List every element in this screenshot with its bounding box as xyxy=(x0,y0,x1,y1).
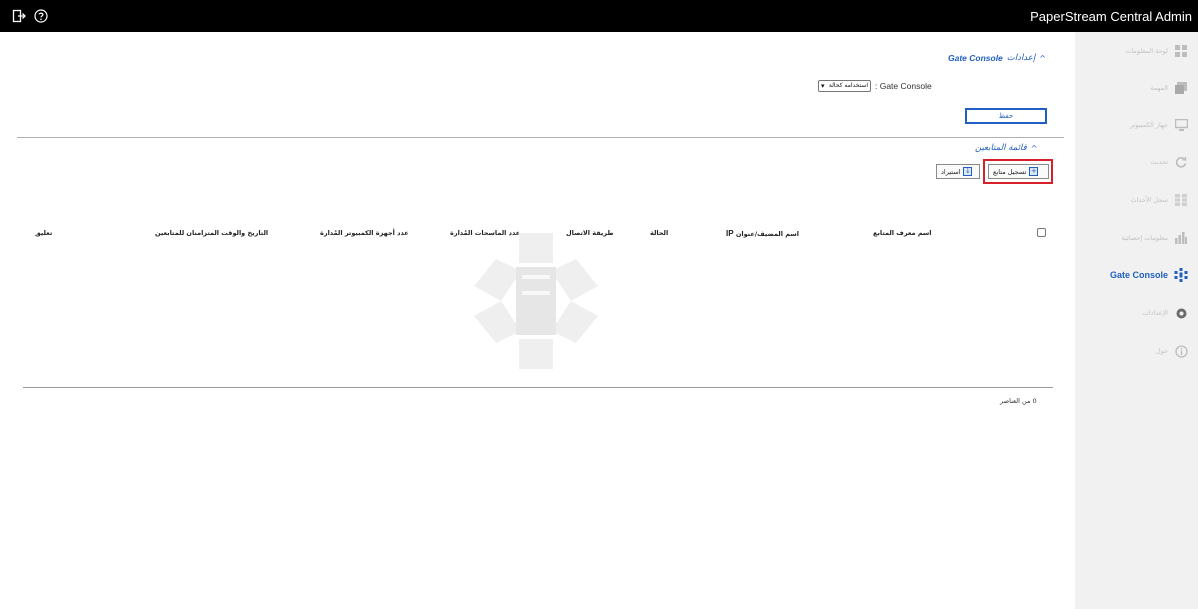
monitor-list-title: قائمة المتابعين xyxy=(975,143,1027,153)
select-all-checkbox[interactable] xyxy=(1037,228,1046,237)
gate-console-usage-select[interactable]: ▾ استخدامه كحالة xyxy=(818,79,871,92)
dashboard-icon xyxy=(1174,44,1188,58)
gate-console-icon xyxy=(1174,268,1188,282)
settings-title-prefix: إعدادات xyxy=(1006,53,1036,63)
settings-title-bold: Gate Console xyxy=(948,53,1003,63)
gate-console-settings-heading[interactable]: ^ إعدادات Gate Console xyxy=(948,53,1046,63)
sidebar-item-settings[interactable]: الإعدادات xyxy=(1075,303,1198,323)
chevron-down-icon: ▾ xyxy=(821,81,825,90)
sidebar-item-computer[interactable]: جهاز الكمبيوتر xyxy=(1075,115,1198,135)
sidebar-item-label: تحديث xyxy=(1150,158,1168,166)
col-comment[interactable]: تعليق xyxy=(35,229,52,237)
top-bar-actions xyxy=(0,9,48,23)
gate-console-usage-row: ▾ استخدامه كحالة : Gate Console xyxy=(818,79,943,92)
col-monitor-id[interactable]: اسم معرف المتابع xyxy=(873,229,932,237)
about-icon xyxy=(1174,344,1188,358)
sidebar-item-task[interactable]: المهمة xyxy=(1075,78,1198,98)
sidebar-item-label: جهاز الكمبيوتر xyxy=(1129,121,1168,129)
top-bar: PaperStream Central Admin xyxy=(0,0,1198,32)
sidebar-item-label: سجل الأحداث xyxy=(1130,196,1169,204)
collapse-caret-icon[interactable]: ^ xyxy=(1039,54,1046,63)
sidebar-item-about[interactable]: حول xyxy=(1075,341,1198,361)
monitor-list-heading[interactable]: ^ قائمة المتابعين xyxy=(975,143,1037,153)
col-sync-datetime[interactable]: التاريخ والوقت المتزامنان للمتابعين xyxy=(155,229,268,237)
sidebar-item-label: معلومات إحصائية xyxy=(1121,234,1168,242)
section-divider xyxy=(17,137,1064,138)
sidebar-item-label: لوحة المعلومات xyxy=(1125,47,1168,55)
import-button[interactable]: استيراد ↓ xyxy=(936,164,980,179)
item-count: 0 من العناصر xyxy=(1000,397,1037,405)
select-value: استخدامه كحالة xyxy=(828,82,868,89)
sidebar: لوحة المعلومات المهمة جهاز الكمبيوتر تحد… xyxy=(1075,32,1198,609)
col-host-ip[interactable]: اسم المضيف/عنوان IP xyxy=(726,229,799,238)
save-button[interactable]: حفظ xyxy=(965,108,1047,124)
col-status[interactable]: الحالة xyxy=(650,229,668,237)
statistics-icon xyxy=(1174,231,1188,245)
event-log-icon xyxy=(1174,193,1188,207)
col-host-ip-suffix: IP xyxy=(726,229,734,238)
empty-list-watermark-icon xyxy=(474,233,598,369)
sidebar-item-update[interactable]: تحديث xyxy=(1075,152,1198,172)
app-title: PaperStream Central Admin xyxy=(1030,8,1192,24)
import-icon: ↓ xyxy=(963,167,973,176)
sidebar-item-label: Gate Console xyxy=(1109,270,1168,280)
sidebar-item-statistics[interactable]: معلومات إحصائية xyxy=(1075,228,1198,248)
sidebar-item-label: المهمة xyxy=(1150,84,1168,92)
logout-icon[interactable] xyxy=(12,9,26,23)
settings-icon xyxy=(1174,306,1188,320)
sidebar-item-label: الإعدادات xyxy=(1142,309,1168,317)
sidebar-item-event-log[interactable]: سجل الأحداث xyxy=(1075,190,1198,210)
table-bottom-divider xyxy=(23,387,1053,388)
sidebar-item-gate-console[interactable]: Gate Console xyxy=(1075,265,1198,285)
collapse-caret-icon[interactable]: ^ xyxy=(1031,144,1038,153)
computer-icon xyxy=(1174,118,1188,132)
sidebar-item-label: حول xyxy=(1155,347,1168,355)
col-host-ip-label: اسم المضيف/عنوان xyxy=(735,230,799,238)
update-icon xyxy=(1174,155,1188,169)
highlight-box xyxy=(983,159,1053,184)
sidebar-item-dashboard[interactable]: لوحة المعلومات xyxy=(1075,41,1198,61)
col-managed-computers[interactable]: عدد أجهزة الكمبيوتر المُدارة xyxy=(320,229,409,237)
gate-console-label: : Gate Console xyxy=(875,80,932,91)
import-label: استيراد xyxy=(941,167,961,176)
help-circle-icon[interactable] xyxy=(34,9,48,23)
task-icon xyxy=(1174,81,1188,95)
